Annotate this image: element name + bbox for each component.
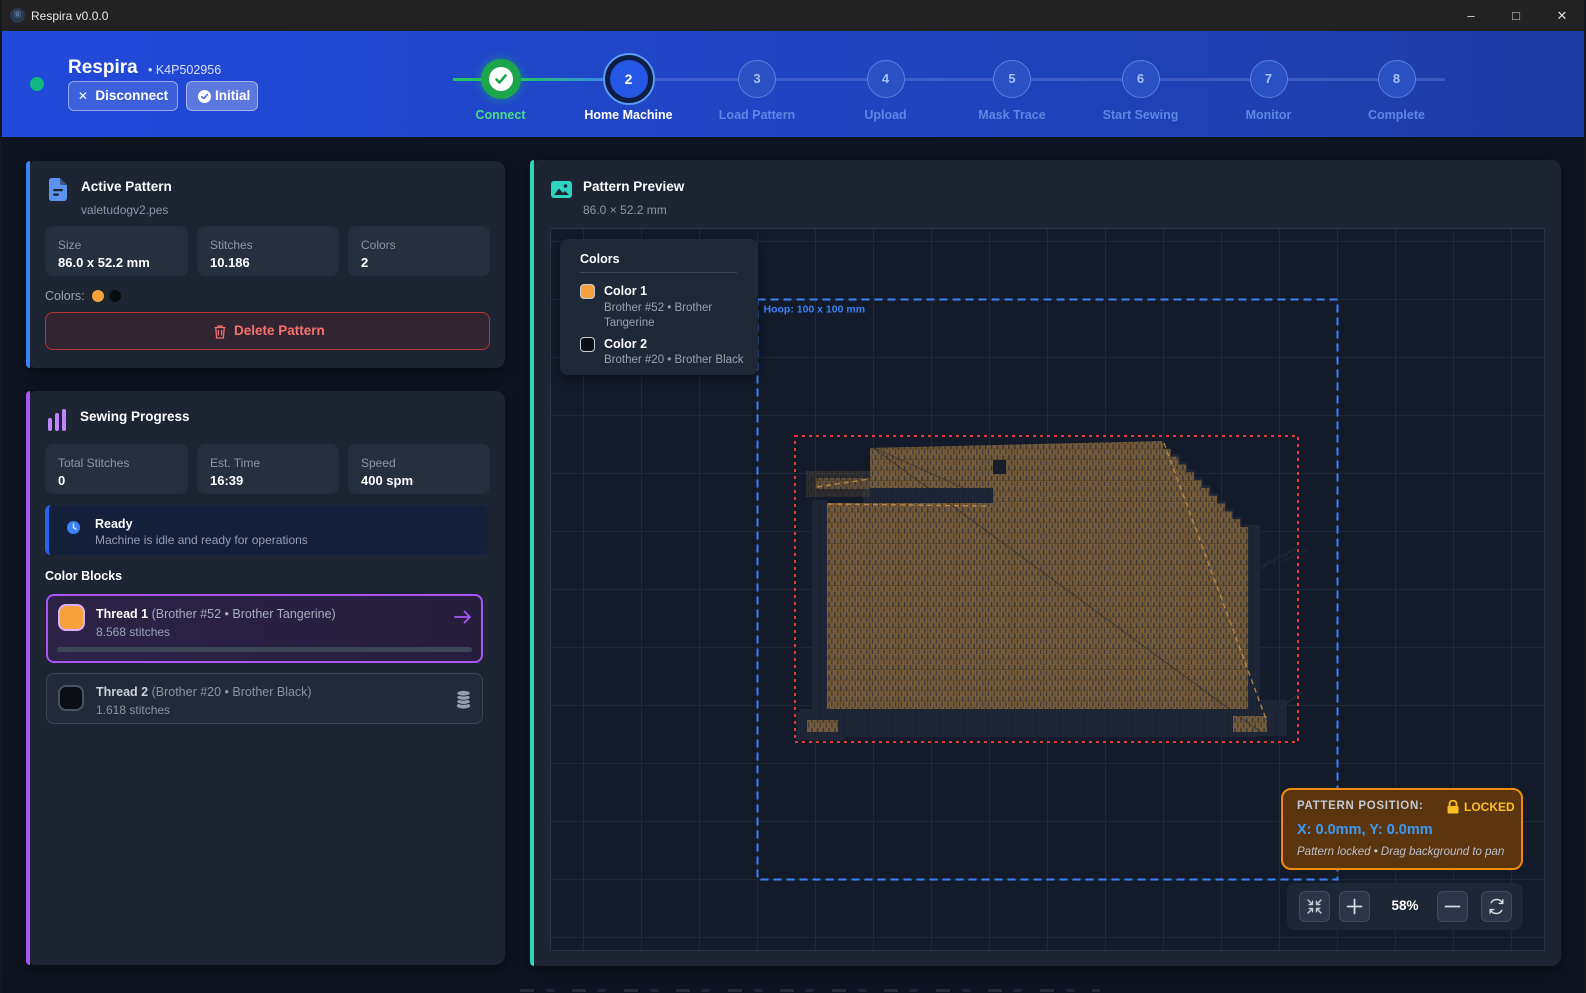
svg-text:Hoop: 100 x 100 mm: Hoop: 100 x 100 mm bbox=[764, 304, 866, 316]
